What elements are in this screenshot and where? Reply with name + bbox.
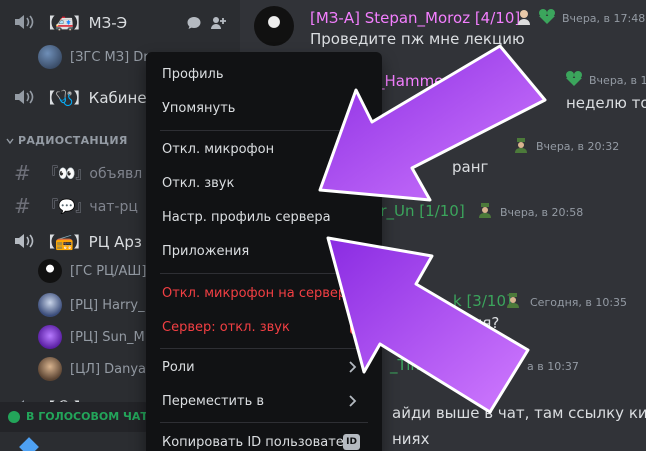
soldier-role-icon [507, 293, 519, 308]
blue-diamond-icon [19, 437, 39, 451]
role-icon [518, 10, 530, 25]
menu-item-deafen[interactable]: Откл. звук [154, 167, 374, 199]
member-name: [ГС РЦ/АШ] [70, 263, 147, 279]
speaker-icon [15, 15, 34, 29]
checkbox[interactable] [350, 320, 364, 334]
avatar [38, 45, 62, 69]
message-text: неделю топ [566, 94, 646, 112]
message-timestamp: Вчера, в 20:32 [536, 140, 620, 153]
green-role-icon [566, 71, 582, 86]
menu-divider [160, 273, 368, 274]
menu-item-label: Откл. микрофон [162, 141, 275, 157]
avatar [38, 293, 62, 317]
menu-item-label: Настр. профиль сервера [162, 209, 331, 225]
voice-status-bar[interactable]: В ГОЛОСОВОМ ЧАТЕ [0, 402, 155, 432]
avatar [38, 357, 62, 381]
chevron-right-icon [349, 395, 357, 407]
avatar[interactable] [254, 6, 294, 46]
menu-item-label: Приложения [162, 243, 250, 259]
message-author[interactable]: _Tihono [390, 356, 448, 374]
menu-item-server-deafen[interactable]: Сервер: откл. звук [154, 311, 374, 343]
soldier-role-icon [479, 203, 491, 218]
connection-icon [8, 411, 20, 423]
menu-item-move-to[interactable]: Переместить в [154, 385, 374, 417]
channel-label: 『👀』объявл [44, 166, 143, 182]
channel-label: 【📻】РЦ Арз [40, 232, 142, 251]
message-text: Проведите пж мне лекцию [310, 30, 525, 48]
channel-label: 【🚑】МЗ-Э [40, 13, 128, 32]
menu-item-server-profile[interactable]: Настр. профиль сервера [154, 201, 374, 233]
member-name: [ЦЛ] Danya [70, 361, 147, 377]
member-name: [РЦ] Harry_ [70, 297, 145, 313]
chat-bubble-icon[interactable] [186, 15, 202, 31]
channel-actions [186, 15, 226, 31]
user-context-menu: Профиль Упомянуть Откл. микрофон Откл. з… [146, 52, 382, 451]
message-timestamp: а в 10:37 [527, 360, 579, 373]
menu-item-profile[interactable]: Профиль [154, 58, 374, 90]
message-timestamp: Сегодня, в 10:35 [530, 296, 628, 309]
member-name: [ЗГС МЗ] Dr [70, 49, 149, 65]
member-name: [РЦ] Sun_M [70, 329, 145, 345]
menu-divider [160, 422, 368, 423]
green-role-icon [539, 9, 555, 24]
hash-icon: # [14, 161, 31, 185]
message-text: овышения? [410, 314, 500, 332]
add-member-icon[interactable] [210, 15, 226, 31]
speaker-icon [15, 234, 34, 248]
hash-icon: # [14, 194, 31, 218]
message-text: айди выше в чат, там ссылку кидал [392, 404, 646, 422]
message-text: ранг [452, 158, 489, 176]
menu-divider [160, 348, 368, 349]
menu-item-label: Профиль [162, 66, 224, 82]
message-text: ниях [392, 430, 430, 448]
channel-label: 【🩺】Кабинет [40, 88, 156, 107]
menu-item-label: Сервер: откл. звук [162, 319, 290, 335]
menu-item-label: Копировать ID пользователя [162, 434, 360, 450]
voice-channel-mz-e[interactable]: 【🚑】МЗ-Э [0, 7, 240, 37]
category-label: РАДИОСТАНЦИЯ [18, 134, 128, 147]
speaker-icon [15, 90, 34, 104]
chevron-right-icon [349, 361, 357, 373]
message-author[interactable]: [МЗ-А] Stepan_Moroz [4/10] [310, 9, 520, 27]
menu-item-apps[interactable]: Приложения [154, 235, 374, 267]
menu-item-label: Переместить в [162, 393, 265, 409]
category-radio[interactable]: РАДИОСТАНЦИЯ [6, 134, 128, 147]
menu-item-label: Откл. микрофон на сервере [162, 285, 355, 301]
menu-divider [160, 130, 368, 131]
channel-label: 『💬』чат-рц [44, 199, 138, 215]
message-timestamp: Вчера, в 17:48 [562, 12, 646, 25]
menu-item-mention[interactable]: Упомянуть [154, 92, 374, 124]
chevron-down-icon [6, 138, 14, 144]
id-badge-icon: ID [343, 434, 360, 450]
avatar [38, 325, 62, 349]
menu-item-label: Упомянуть [162, 100, 236, 116]
message-timestamp: Вчера, в 1 [589, 74, 646, 87]
message-timestamp: Вчера, в 20:58 [500, 206, 584, 219]
voice-status-label: В ГОЛОСОВОМ ЧАТЕ [26, 410, 156, 423]
avatar [38, 259, 62, 283]
menu-item-roles[interactable]: Роли [154, 351, 374, 383]
soldier-role-icon [515, 138, 527, 153]
menu-item-label: Откл. звук [162, 175, 235, 191]
menu-item-copy-id[interactable]: Копировать ID пользователя ID [154, 426, 374, 451]
menu-item-label: Роли [162, 359, 195, 375]
menu-item-server-mute[interactable]: Откл. микрофон на сервере [154, 277, 374, 309]
menu-item-mute-mic[interactable]: Откл. микрофон [154, 133, 374, 165]
